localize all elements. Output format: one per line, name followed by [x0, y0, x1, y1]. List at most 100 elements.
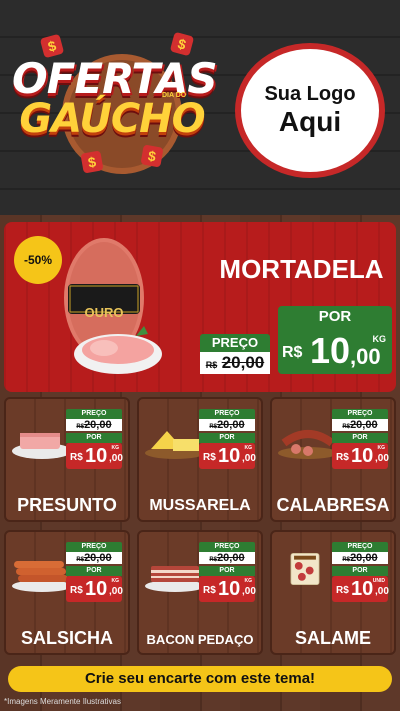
new-price-label: POR — [199, 566, 255, 576]
product-name: BACON PEDAÇO — [146, 632, 254, 647]
old-price: R$20,00 — [199, 419, 255, 431]
new-price-label: POR — [199, 433, 255, 443]
price-cents: ,00 — [109, 453, 123, 464]
logo-line-2: Aqui — [278, 106, 342, 137]
new-price: R$ 10 ,00 KG — [66, 576, 123, 602]
presunto-image — [12, 433, 72, 459]
dollar-coin-icon: $ — [169, 31, 195, 57]
product-card-mussarela[interactable]: PREÇO R$20,00 POR R$ 10 ,00 KG MUSSARELA — [137, 397, 263, 522]
old-price: R$20,00 — [332, 552, 388, 564]
old-price-value: 20,00 — [221, 353, 265, 372]
price-cents: ,00 — [242, 586, 256, 597]
unit-label: KG — [372, 334, 387, 344]
old-price: R$20,00 — [332, 419, 388, 431]
old-price-label: PREÇO — [332, 542, 388, 552]
disclaimer: *Imagens Meramente Ilustrativas — [4, 697, 121, 706]
price-tag: PREÇO R$20,00 POR R$ 10 ,00 KG — [199, 409, 256, 469]
old-price-value: 20,00 — [84, 552, 112, 564]
old-price-currency: R$ — [209, 424, 218, 430]
currency: R$ — [70, 585, 83, 596]
new-price: R$ 10 ,00 KG — [332, 443, 389, 469]
product-card-salsicha[interactable]: PREÇO R$20,00 POR R$ 10 ,00 KG SALSICHA — [4, 530, 130, 655]
dollar-coin-icon: $ — [80, 150, 104, 174]
old-price-currency: R$ — [209, 557, 218, 563]
old-price-label: PREÇO — [332, 409, 388, 419]
new-price-label: POR — [278, 306, 392, 328]
currency: R$ — [203, 585, 216, 596]
new-price-label: POR — [66, 566, 122, 576]
old-price-label: PREÇO — [200, 334, 270, 352]
unit-label: KG — [244, 578, 253, 584]
product-card-calabresa[interactable]: PREÇO R$20,00 POR R$ 10 ,00 KG CALABRESA — [270, 397, 396, 522]
new-price: R$ 10 ,00 KG — [278, 328, 392, 374]
price-int: 10 — [218, 578, 241, 600]
price-tag: PREÇO R$20,00 POR R$ 10 ,00 KG — [332, 409, 389, 469]
price-cents: ,00 — [109, 586, 123, 597]
product-name: SALSICHA — [20, 628, 113, 648]
logo-placeholder[interactable]: Sua Logo Aqui — [235, 43, 385, 178]
price-int: 10 — [218, 445, 241, 467]
old-price-label: PREÇO — [66, 409, 122, 419]
old-price-value: 20,00 — [350, 419, 378, 431]
old-price-currency: R$ — [76, 557, 85, 563]
old-price: R$ 20,00 — [200, 352, 270, 374]
old-price-value: 20,00 — [350, 552, 378, 564]
new-price-label: POR — [332, 433, 388, 443]
new-price: R$ 10 ,00 KG — [199, 576, 256, 602]
new-price-cents: ,00 — [350, 344, 381, 369]
price-cents: ,00 — [242, 453, 256, 464]
product-name: SALAME — [295, 628, 371, 648]
new-price-currency: R$ — [282, 344, 303, 361]
cta-button[interactable]: Crie seu encarte com este tema! — [8, 666, 392, 692]
title-logo: $ $ $ $ OFERTAS DIA DO GAÚCHO — [12, 31, 218, 194]
old-price-label: PREÇO — [199, 409, 255, 419]
old-price-value: 20,00 — [217, 552, 245, 564]
currency: R$ — [336, 452, 349, 463]
product-card-presunto[interactable]: PREÇO R$20,00 POR R$ 10 ,00 KG PRESUNTO — [4, 397, 130, 522]
salsicha-image — [12, 561, 72, 592]
price-cents: ,00 — [375, 453, 389, 464]
unit-label: KG — [377, 445, 386, 451]
price-cents: ,00 — [375, 586, 389, 597]
old-price-currency: R$ — [205, 360, 218, 370]
old-price-currency: R$ — [342, 557, 351, 563]
dollar-coin-icon: $ — [140, 144, 164, 168]
hero-product-name: MORTADELA — [219, 254, 384, 284]
bacon-image — [145, 566, 205, 592]
unit-label: KG — [244, 445, 253, 451]
price-tag: PREÇO R$20,00 POR R$ 10 ,00 UNID — [332, 542, 389, 602]
currency: R$ — [203, 452, 216, 463]
product-name: PRESUNTO — [17, 495, 117, 515]
old-price: R$20,00 — [66, 552, 122, 564]
product-name: CALABRESA — [276, 495, 390, 515]
new-price: R$ 10 ,00 UNID — [332, 576, 389, 602]
currency: R$ — [336, 585, 349, 596]
new-price-int: 10 — [310, 330, 351, 371]
new-price-label: POR — [332, 566, 388, 576]
old-price-value: 20,00 — [217, 419, 245, 431]
hero-offer[interactable]: OURO -50% MORTADELA PREÇO R$ 20,00 POR R… — [4, 222, 396, 392]
old-price: R$20,00 — [66, 419, 122, 431]
mussarela-image — [145, 431, 205, 459]
salame-image — [290, 552, 320, 586]
price-tag: PREÇO R$20,00 POR R$ 10 ,00 KG — [66, 542, 123, 602]
currency: R$ — [70, 452, 83, 463]
brand-label: OURO — [84, 305, 124, 320]
old-price-currency: R$ — [342, 424, 351, 430]
product-card-bacon[interactable]: PREÇO R$20,00 POR R$ 10 ,00 KG BACON PED… — [137, 530, 263, 655]
title-line-2: GAÚCHO — [19, 96, 205, 142]
new-price: R$ 10 ,00 KG — [199, 443, 256, 469]
new-price-tag: POR R$ 10 ,00 KG — [278, 306, 392, 374]
old-price: R$20,00 — [199, 552, 255, 564]
old-price-tag: PREÇO R$ 20,00 — [200, 334, 270, 374]
product-card-salame[interactable]: PREÇO R$20,00 POR R$ 10 ,00 UNID SALAME — [270, 530, 396, 655]
price-tag: PREÇO R$20,00 POR R$ 10 ,00 KG — [199, 542, 256, 602]
old-price-label: PREÇO — [66, 542, 122, 552]
old-price-currency: R$ — [76, 424, 85, 430]
price-int: 10 — [351, 445, 374, 467]
calabresa-image — [278, 430, 338, 459]
product-name: MUSSARELA — [149, 497, 251, 514]
old-price-value: 20,00 — [84, 419, 112, 431]
unit-label: KG — [111, 445, 120, 451]
price-int: 10 — [85, 578, 108, 600]
